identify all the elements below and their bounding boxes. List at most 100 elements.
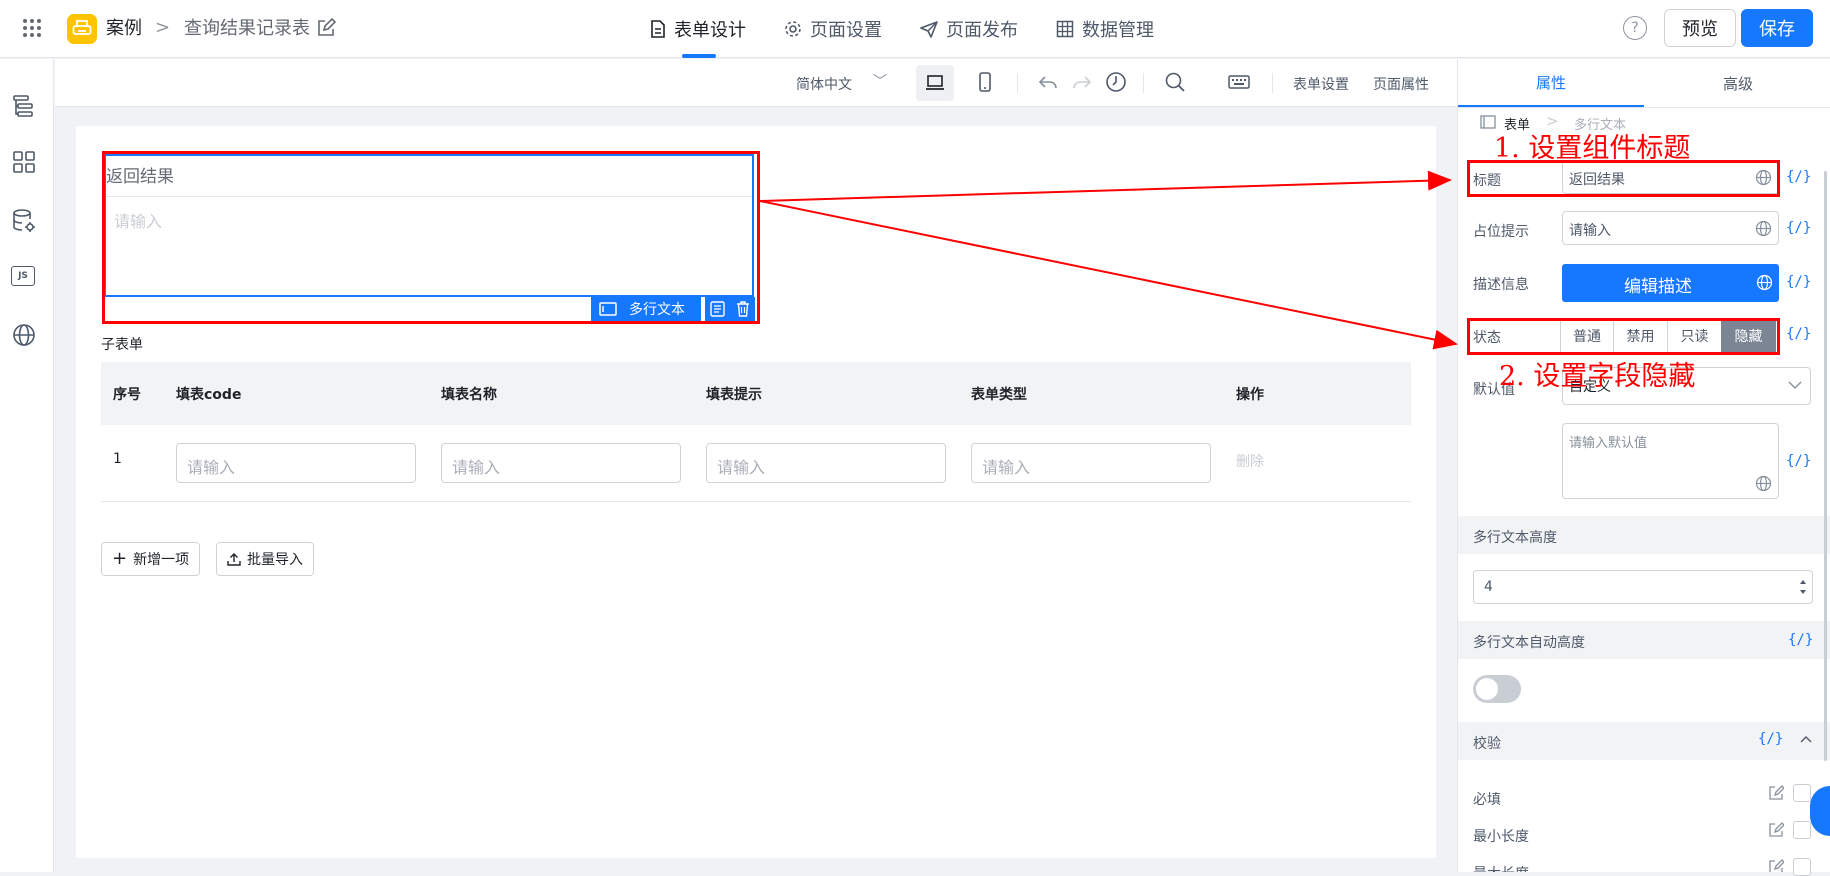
required-checkbox[interactable] [1793,784,1811,802]
type-input[interactable]: 请输入 [971,443,1211,483]
edit-icon[interactable] [1768,822,1784,838]
preview-button[interactable]: 预览 [1664,9,1736,47]
js-icon[interactable]: JS [11,266,35,286]
table-icon [1056,20,1074,38]
multiline-text-component[interactable]: 返回结果 请输入 [104,154,754,297]
gear-icon [785,21,801,37]
upload-icon [227,553,241,566]
app-grid-icon[interactable] [22,18,42,38]
language-select[interactable]: 简体中文 [796,74,852,94]
tab-page-publish[interactable]: 页面发布 [920,0,1018,58]
tab-data-management[interactable]: 数据管理 [1056,0,1154,58]
globe-icon[interactable] [1755,169,1772,186]
tab-properties[interactable]: 属性 [1458,59,1644,107]
auto-height-toggle[interactable] [1473,675,1521,703]
chevron-down-icon[interactable]: ﹀ [873,71,887,91]
add-row-button[interactable]: + 新增一项 [101,542,201,576]
code-binding-icon[interactable]: {/} [1786,169,1811,185]
state-segmented-control: 普通 禁用 只读 隐藏 [1560,319,1776,353]
state-option-disabled[interactable]: 禁用 [1613,319,1668,353]
toggle-knob [1476,678,1498,700]
code-binding-icon[interactable]: {/} [1758,731,1783,747]
code-input[interactable]: 请输入 [176,443,416,483]
state-option-normal[interactable]: 普通 [1560,319,1614,353]
field-textarea[interactable]: 请输入 [114,208,162,232]
height-section-header: 多行文本高度 [1458,516,1830,554]
plus-icon: + [112,548,128,569]
app-logo [67,14,97,44]
tab-page-settings-label: 页面设置 [810,20,882,41]
form-settings-link[interactable]: 表单设置 [1293,74,1349,94]
row-index: 1 [113,451,122,467]
redo-icon[interactable] [1071,71,1093,93]
desktop-view-button[interactable] [916,65,954,101]
title-value: 返回结果 [1569,172,1625,188]
hint-input[interactable]: 请输入 [706,443,946,483]
breadcrumb-app[interactable]: 案例 [106,17,142,41]
edit-description-button[interactable]: 编辑描述 [1562,264,1779,302]
page-properties-link[interactable]: 页面属性 [1373,74,1429,94]
code-binding-icon[interactable]: {/} [1786,220,1811,236]
code-binding-icon[interactable]: {/} [1786,274,1811,290]
annotation-step1: 1. 设置组件标题 [1494,133,1691,164]
textarea-icon [599,302,617,316]
edit-icon[interactable] [316,18,336,38]
properties-panel: 属性 高级 表单 > 多行文本 标题 返回结果 {/} 占位提示 请输入 {/}… [1457,59,1830,872]
delete-row-link[interactable]: 删除 [1236,451,1264,471]
column-header: 表单类型 [971,387,1027,403]
tab-page-publish-label: 页面发布 [946,20,1018,41]
delete-icon[interactable] [736,301,750,317]
max-length-checkbox[interactable] [1793,858,1811,876]
undo-icon[interactable] [1037,71,1059,93]
tab-advanced[interactable]: 高级 [1645,59,1830,107]
edit-icon[interactable] [1768,859,1784,872]
auto-height-section-header: 多行文本自动高度 [1458,621,1830,659]
code-binding-icon[interactable]: {/} [1786,453,1811,469]
add-row-label: 新增一项 [133,552,190,568]
code-binding-icon[interactable]: {/} [1786,326,1811,342]
column-header: 填表code [176,387,242,403]
save-button[interactable]: 保存 [1741,9,1813,47]
state-option-hidden[interactable]: 隐藏 [1721,319,1776,353]
help-icon[interactable]: ? [1623,16,1647,40]
edit-icon[interactable] [1768,785,1784,801]
globe-icon[interactable] [1755,220,1772,237]
panel-scrollbar[interactable] [1824,171,1827,761]
default-value-textarea[interactable]: 请输入默认值 [1562,423,1779,499]
globe-icon[interactable] [11,322,37,348]
search-icon[interactable] [1164,71,1186,93]
state-option-readonly[interactable]: 只读 [1667,319,1722,353]
placeholder-input[interactable]: 请输入 [1562,211,1779,245]
batch-import-button[interactable]: 批量导入 [216,542,314,576]
breadcrumb-separator-icon: > [155,17,171,38]
toolbar-divider [1272,73,1273,93]
min-length-label: 最小长度 [1473,829,1529,845]
globe-icon[interactable] [1756,274,1773,291]
main-tabs: 表单设计 页面设置 页面发布 数据管理 [650,0,1154,58]
components-grid-icon[interactable] [11,149,37,175]
history-icon[interactable] [1105,71,1127,93]
required-label: 必填 [1473,792,1501,808]
outline-tree-icon[interactable] [11,93,37,119]
name-input[interactable]: 请输入 [441,443,681,483]
state-label: 状态 [1473,330,1501,346]
code-binding-icon[interactable]: {/} [1788,632,1813,648]
column-header: 操作 [1236,387,1264,403]
chevron-up-icon[interactable] [1800,735,1812,743]
toolbar-divider [1017,73,1018,93]
stepper-arrows-icon[interactable] [1798,575,1808,599]
height-number-input[interactable]: 4 [1473,570,1813,604]
tab-form-design[interactable]: 表单设计 [650,0,746,58]
data-source-icon[interactable] [11,208,37,234]
globe-icon[interactable] [1755,475,1772,492]
placeholder-label: 占位提示 [1473,224,1529,240]
copy-icon[interactable] [710,301,725,317]
component-actions [705,297,755,321]
mobile-view-icon[interactable] [974,71,996,93]
tab-page-settings[interactable]: 页面设置 [784,0,882,58]
column-header: 填表名称 [441,387,497,403]
keyboard-icon[interactable] [1227,71,1251,93]
title-input[interactable]: 返回结果 [1562,160,1779,194]
field-title: 返回结果 [106,167,174,187]
min-length-checkbox[interactable] [1793,821,1811,839]
